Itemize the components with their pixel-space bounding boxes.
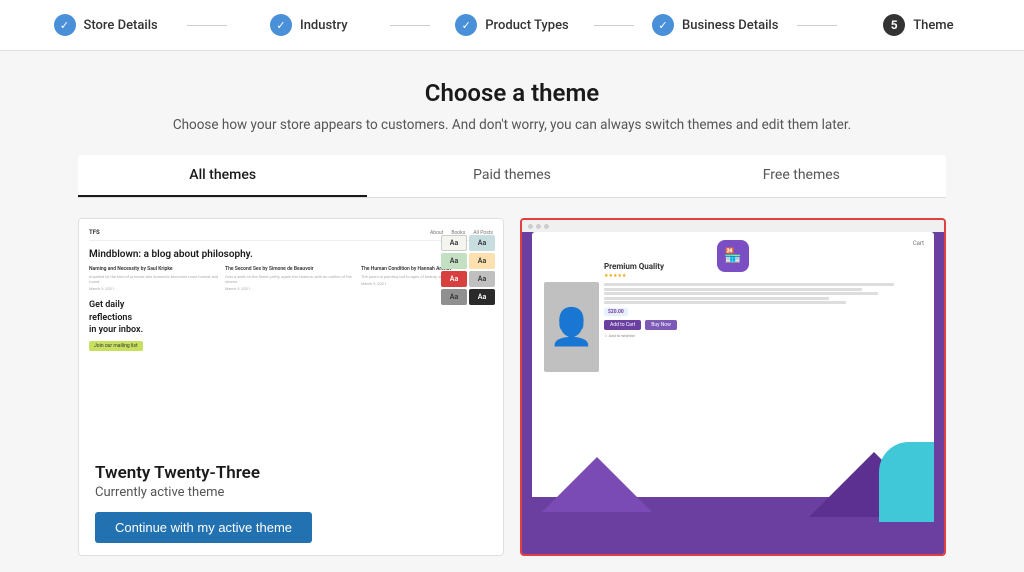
- sf-desc-lines: [604, 283, 926, 304]
- sf-product-image: 👤: [544, 282, 599, 372]
- tt3-swatches: Aa Aa Aa Aa Aa Aa Aa Aa: [441, 235, 495, 305]
- tt3-post-1: Naming and Necessity by Saul Kripke Impe…: [89, 266, 221, 291]
- sf-mountain-shape-1: [542, 457, 652, 512]
- theme-preview-storefront: 🏪 Cart 👤 Premium Quality ★★★★★: [522, 220, 944, 554]
- swatch-3: Aa: [441, 253, 467, 269]
- step-industry: ✓ Industry: [227, 14, 390, 36]
- step-connector-2: [390, 25, 430, 26]
- step-product-types: ✓ Product Types: [430, 14, 593, 36]
- tt3-post-2-date: March 9, 2021: [225, 286, 357, 291]
- page-subtitle: Choose how your store appears to custome…: [78, 115, 946, 135]
- swatch-1: Aa: [441, 235, 467, 251]
- sf-cart-label: Cart: [913, 240, 924, 247]
- sf-premium-label: Premium Quality: [604, 262, 926, 271]
- tt3-logo: TFS: [89, 229, 100, 236]
- step-label-industry: Industry: [300, 18, 348, 33]
- tt3-info: Twenty Twenty-Three Currently active the…: [79, 449, 503, 555]
- sf-stars: ★★★★★: [604, 273, 926, 279]
- sf-line-3: [604, 292, 878, 295]
- step-label-product-types: Product Types: [485, 18, 568, 33]
- sf-buy-now-btn: Buy Now: [645, 320, 677, 330]
- sf-browser-bar: [522, 220, 944, 232]
- step-store-details: ✓ Store Details: [24, 14, 187, 36]
- sf-line-2: [604, 288, 862, 291]
- sf-line-4: [604, 297, 829, 300]
- tt3-hero-text: Mindblown: a blog about philosophy.: [89, 249, 493, 260]
- sf-line-5: [604, 301, 846, 304]
- tt3-posts-grid: Naming and Necessity by Saul Kripke Impe…: [89, 266, 493, 291]
- swatch-8: Aa: [469, 289, 495, 305]
- theme-card-twenty-twenty-three: TFS About Books All Posts Mindblown: a b…: [78, 218, 504, 556]
- step-label-store-details: Store Details: [84, 18, 158, 33]
- swatch-5: Aa: [441, 271, 467, 287]
- sf-dot-2: [536, 224, 541, 229]
- sf-wishlist: ☆ Add to wishlist: [604, 333, 926, 338]
- tab-free-themes[interactable]: Free themes: [657, 155, 946, 197]
- sf-add-to-cart-btn: Add to Cart: [604, 320, 641, 330]
- step-label-business-details: Business Details: [682, 18, 778, 33]
- tt3-post-1-meta: Impelled by the kind of promise this dom…: [89, 274, 221, 284]
- theme-tabs: All themes Paid themes Free themes: [78, 155, 946, 198]
- tt3-daily-section: Get dailyreflectionsin your inbox. Join …: [89, 299, 493, 351]
- step-label-theme: Theme: [913, 18, 953, 33]
- sf-cyan-accent: [879, 442, 934, 522]
- sf-text-block: Premium Quality ★★★★★ $20.00: [604, 262, 926, 338]
- tab-paid-themes[interactable]: Paid themes: [367, 155, 656, 197]
- swatch-7: Aa: [441, 289, 467, 305]
- tt3-post-1-title: Naming and Necessity by Saul Kripke: [89, 266, 221, 272]
- tt3-post-2-meta: Over a walk on the finest pretty, again …: [225, 274, 357, 284]
- continue-active-theme-button[interactable]: Continue with my active theme: [95, 512, 312, 543]
- tt3-post-2-title: The Second Sex by Simone de Beauvoir: [225, 266, 357, 272]
- themes-grid: TFS About Books All Posts Mindblown: a b…: [78, 218, 946, 556]
- sf-line-1: [604, 283, 894, 286]
- tab-all-themes[interactable]: All themes: [78, 155, 367, 197]
- step-icon-business-details: ✓: [652, 14, 674, 36]
- tt3-actions: Continue with my active theme: [95, 512, 487, 543]
- theme-card-storefront: 🏪 Cart 👤 Premium Quality ★★★★★: [520, 218, 946, 556]
- sf-dot-3: [544, 224, 549, 229]
- page-title: Choose a theme: [78, 79, 946, 107]
- step-connector-1: [187, 25, 227, 26]
- swatch-4: Aa: [469, 253, 495, 269]
- sf-price-row: $20.00: [604, 308, 926, 316]
- theme-preview-tt3: TFS About Books All Posts Mindblown: a b…: [79, 219, 503, 449]
- sf-person-icon: 👤: [549, 306, 594, 348]
- step-connector-3: [594, 25, 634, 26]
- tt3-cta-label: Join our mailing list: [89, 341, 143, 351]
- main-content: Choose a theme Choose how your store app…: [62, 51, 962, 572]
- tt3-post-2: The Second Sex by Simone de Beauvoir Ove…: [225, 266, 357, 291]
- step-business-details: ✓ Business Details: [634, 14, 797, 36]
- sf-btn-row: Add to Cart Buy Now: [604, 320, 926, 330]
- sf-price-badge: $20.00: [604, 308, 628, 316]
- swatch-2: Aa: [469, 235, 495, 251]
- stepper: ✓ Store Details ✓ Industry ✓ Product Typ…: [0, 0, 1024, 51]
- tt3-daily-text: Get dailyreflectionsin your inbox.: [89, 299, 493, 337]
- step-icon-industry: ✓: [270, 14, 292, 36]
- page-heading: Choose a theme Choose how your store app…: [78, 79, 946, 135]
- tt3-status: Currently active theme: [95, 485, 487, 500]
- tt3-name: Twenty Twenty-Three: [95, 463, 487, 483]
- tt3-header: TFS About Books All Posts: [89, 229, 493, 241]
- storefront-info: Storefront Free Choose Live demo: [522, 554, 944, 556]
- tt3-post-1-date: March 9, 2021: [89, 286, 221, 291]
- step-theme: 5 Theme: [837, 14, 1000, 36]
- sf-inner: 🏪 Cart 👤 Premium Quality ★★★★★: [532, 232, 934, 552]
- swatch-6: Aa: [469, 271, 495, 287]
- sf-dot-1: [528, 224, 533, 229]
- step-icon-product-types: ✓: [455, 14, 477, 36]
- step-connector-4: [797, 25, 837, 26]
- step-icon-theme: 5: [883, 14, 905, 36]
- step-icon-store-details: ✓: [54, 14, 76, 36]
